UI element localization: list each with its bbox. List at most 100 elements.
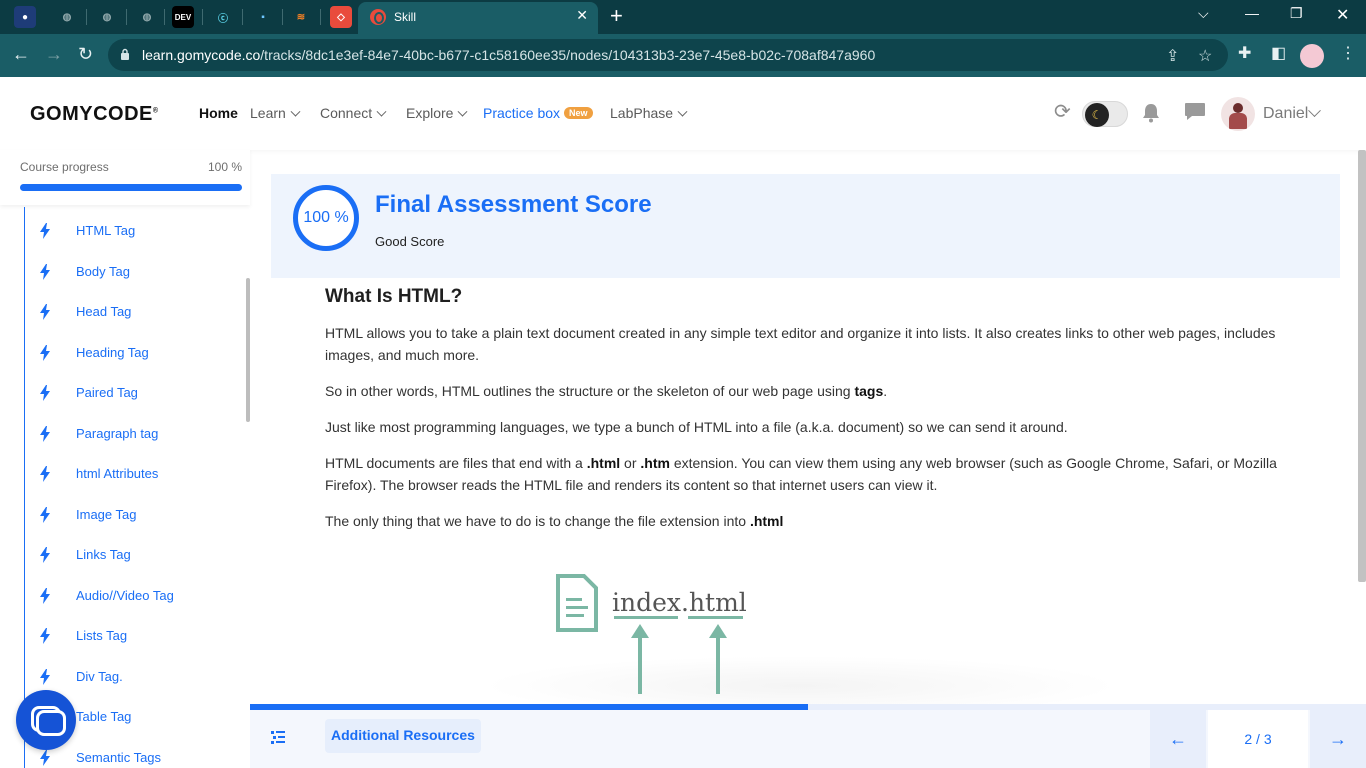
- new-tab-button[interactable]: +: [610, 4, 623, 28]
- support-chat-button[interactable]: [16, 690, 76, 750]
- sidebar-lesson-item[interactable]: HTML Tag: [25, 221, 235, 245]
- course-progress-label: Course progress: [20, 160, 109, 174]
- pinned-tab-3-icon[interactable]: ◍: [96, 6, 118, 28]
- sidebar-lesson-label: Body Tag: [76, 263, 130, 279]
- sidebar-lesson-item[interactable]: Links Tag: [25, 545, 235, 569]
- minimize-window-icon[interactable]: —: [1245, 5, 1259, 21]
- user-avatar[interactable]: [1221, 97, 1255, 131]
- close-tab-icon[interactable]: ✕: [576, 7, 588, 24]
- previous-page-arrow-icon[interactable]: ←: [1150, 710, 1206, 768]
- pinned-tab-4-icon[interactable]: ◍: [136, 6, 158, 28]
- content-scrollbar[interactable]: [1358, 150, 1366, 582]
- sidebar-lesson-item[interactable]: Image Tag: [25, 505, 235, 529]
- final-assessment-card: 100 % Final Assessment Score Good Score: [271, 174, 1340, 278]
- sidebar-lesson-item[interactable]: Heading Tag: [25, 343, 235, 367]
- nav-explore[interactable]: Explore: [406, 105, 468, 121]
- lightning-bolt-icon: [39, 425, 51, 442]
- browser-tab-strip: ● ◍ ◍ ◍ DEV ⓒ ▪ ≋ ◇ Skill ✕ + ⌵ — ❐ ✕: [0, 0, 1366, 34]
- course-progress-fill: [20, 184, 242, 191]
- chrome-menu-icon[interactable]: ⋮: [1340, 43, 1356, 63]
- additional-resources-button[interactable]: Additional Resources: [325, 719, 481, 753]
- lightning-bolt-icon: [39, 304, 51, 320]
- sidebar-lesson-item[interactable]: Paired Tag: [25, 383, 235, 407]
- sidebar-lesson-label: Heading Tag: [76, 344, 149, 360]
- browser-profile-avatar[interactable]: [1300, 44, 1324, 68]
- page-indicator: 2 / 3: [1208, 710, 1308, 768]
- pinned-tab-6-icon[interactable]: ⓒ: [212, 6, 234, 28]
- address-bar[interactable]: learn.gomycode.co/tracks/8dc1e3ef-84e7-4…: [108, 39, 1228, 71]
- dark-mode-toggle[interactable]: ☾: [1082, 101, 1128, 127]
- pinned-tab-1-icon[interactable]: ●: [14, 6, 36, 28]
- pinned-tab-9-icon[interactable]: ◇: [330, 6, 352, 28]
- next-page-arrow-icon[interactable]: →: [1310, 710, 1366, 768]
- lightning-bolt-icon: [39, 223, 51, 239]
- url-text: learn.gomycode.co/tracks/8dc1e3ef-84e7-4…: [142, 47, 876, 63]
- side-panel-icon[interactable]: ◧: [1271, 43, 1286, 63]
- nav-practice-box[interactable]: Practice box New: [483, 105, 593, 121]
- article-paragraph-4: HTML documents are files that end with a…: [325, 455, 1277, 493]
- forward-arrow-icon[interactable]: →: [45, 44, 63, 65]
- pinned-tab-7-icon[interactable]: ▪: [252, 6, 274, 28]
- sidebar-lesson-item[interactable]: Lists Tag: [25, 626, 235, 650]
- nav-labphase[interactable]: LabPhase: [610, 105, 688, 121]
- sidebar-lesson-item[interactable]: Body Tag: [25, 262, 235, 286]
- tab-search-icon[interactable]: ⌵: [1198, 5, 1209, 22]
- close-window-icon[interactable]: ✕: [1336, 5, 1349, 25]
- notification-bell-icon[interactable]: [1142, 103, 1160, 123]
- tab-separator: [126, 9, 127, 25]
- active-tab[interactable]: Skill ✕: [358, 2, 598, 34]
- sidebar-scrollbar[interactable]: [246, 278, 250, 422]
- sync-icon[interactable]: ⟳: [1054, 99, 1071, 124]
- nav-learn[interactable]: Learn: [250, 105, 301, 121]
- gomycode-logo[interactable]: GOMYCODE®: [30, 103, 159, 126]
- sidebar-lesson-item[interactable]: Head Tag: [25, 302, 235, 326]
- article-paragraph-3: Just like most programming languages, we…: [325, 419, 1068, 435]
- sidebar-lesson-item[interactable]: Audio//Video Tag: [25, 586, 235, 610]
- lesson-list: HTML Tag Body Tag Head Tag Heading Tag Paire…: [24, 207, 244, 768]
- article-paragraph-5: The only thing that we have to do is to …: [325, 513, 784, 529]
- table-of-contents-icon[interactable]: [262, 726, 294, 748]
- lightning-bolt-icon: [39, 466, 51, 482]
- reload-icon[interactable]: ↻: [78, 44, 93, 65]
- bookmark-star-icon[interactable]: ☆: [1198, 46, 1212, 66]
- pinned-tab-dev-icon[interactable]: DEV: [172, 6, 194, 28]
- sidebar-lesson-label: Div Tag.: [76, 668, 123, 684]
- lesson-article: What Is HTML? HTML allows you to take a …: [325, 286, 1305, 546]
- chevron-down-icon: [376, 106, 387, 117]
- sidebar-lesson-label: Paragraph tag: [76, 425, 159, 441]
- score-title: Final Assessment Score: [375, 191, 652, 218]
- messages-chat-icon[interactable]: [1184, 102, 1206, 122]
- pinned-tab-2-icon[interactable]: ◍: [56, 6, 78, 28]
- course-progress-value: 100 %: [207, 160, 242, 174]
- restore-window-icon[interactable]: ❐: [1290, 5, 1303, 22]
- extensions-puzzle-icon[interactable]: ✚: [1238, 43, 1251, 63]
- sidebar-lesson-label: Audio//Video Tag: [76, 587, 174, 603]
- sidebar-lesson-item[interactable]: Paragraph tag: [25, 424, 235, 448]
- moon-icon: ☾: [1085, 103, 1109, 127]
- sidebar-lesson-item[interactable]: Div Tag.: [25, 667, 235, 691]
- share-icon[interactable]: ⇪: [1166, 46, 1179, 66]
- article-paragraph-2: So in other words, HTML outlines the str…: [325, 383, 888, 399]
- sidebar-lesson-label: Image Tag: [76, 506, 137, 522]
- new-badge: New: [564, 107, 593, 119]
- nav-home[interactable]: Home: [199, 105, 238, 121]
- tab-separator: [242, 9, 243, 25]
- course-progress: Course progress 100 %: [0, 150, 250, 205]
- back-arrow-icon[interactable]: ←: [12, 44, 30, 65]
- browser-toolbar: ← → ↻ learn.gomycode.co/tracks/8dc1e3ef-…: [0, 34, 1366, 77]
- file-name-underline: [614, 616, 678, 619]
- tab-separator: [202, 9, 203, 25]
- arrow-shaft: [716, 636, 720, 694]
- sidebar-lesson-label: Lists Tag: [76, 628, 128, 643]
- tab-separator: [164, 9, 165, 25]
- course-progress-bar: [20, 184, 242, 191]
- sidebar-lesson-item[interactable]: Semantic Tags: [25, 748, 235, 768]
- user-menu[interactable]: Daniel: [1263, 104, 1322, 123]
- chevron-down-icon: [1308, 104, 1322, 118]
- chevron-down-icon: [290, 106, 301, 117]
- tab-separator: [320, 9, 321, 25]
- nav-connect[interactable]: Connect: [320, 105, 387, 121]
- active-tab-title: Skill: [394, 10, 417, 24]
- pinned-tab-8-icon[interactable]: ≋: [290, 6, 312, 28]
- sidebar-lesson-item[interactable]: html Attributes: [25, 464, 235, 488]
